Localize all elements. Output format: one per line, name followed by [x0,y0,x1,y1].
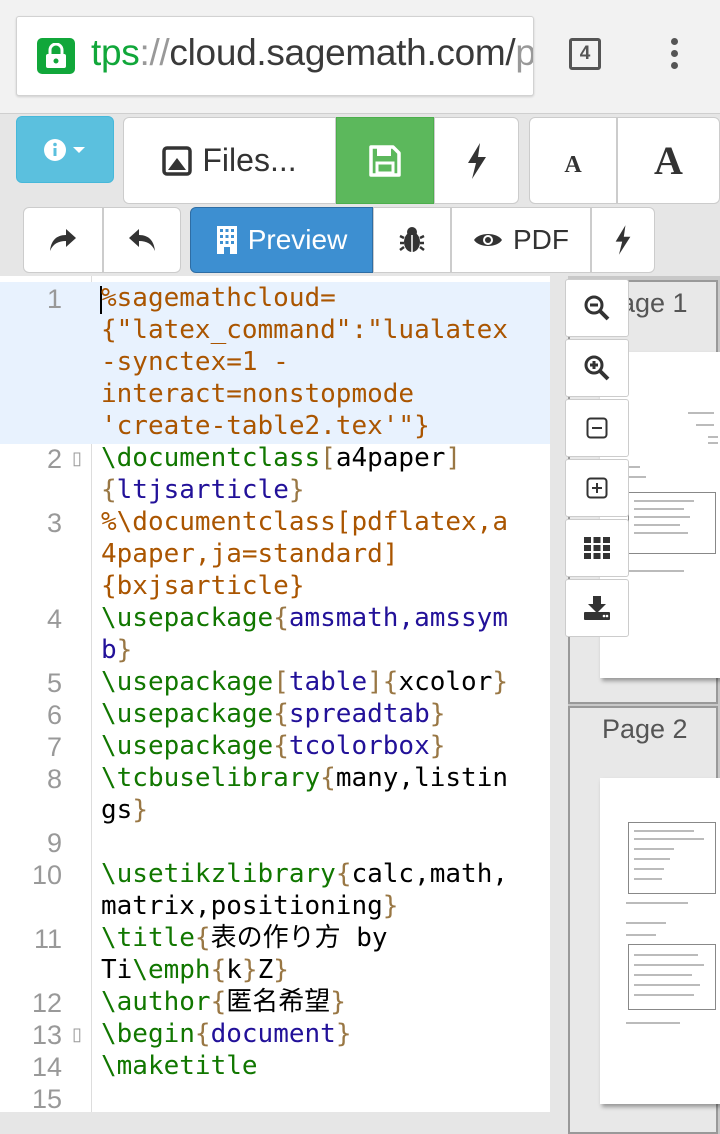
preview-button[interactable]: Preview [190,207,373,273]
code-text: \documentclass[a4paper] {ltjsarticle} [101,443,462,505]
preview-label: Preview [247,224,348,255]
editor-line[interactable]: 1 %sagemathcloud= {"latex_command":"lual… [0,282,550,444]
editor-line[interactable]: 13 ▯ \begin{document} [0,1018,550,1050]
code-text: \usetikzlibrary{calc,math, matrix,positi… [101,859,509,921]
code-text: %sagemathcloud= {"latex_command":"lualat… [101,283,508,441]
building-icon [216,226,237,254]
line-number: 14 [31,1052,62,1082]
font-large-label: A [654,138,683,183]
bug-icon [399,227,425,252]
code-text: \usepackage[table]{xcolor} [101,667,509,697]
code-text: \begin{document} [101,1019,352,1049]
line-number: 12 [31,988,62,1018]
bolt-icon [467,142,486,179]
editor-line[interactable]: 10 \usetikzlibrary{calc,math, matrix,pos… [0,858,550,922]
editor-line[interactable]: 14 \maketitle [0,1050,550,1082]
editor-line[interactable]: 7 \usepackage{tcolorbox} [0,730,550,762]
files-label: Files... [202,142,297,178]
zoom-in-icon [584,355,610,381]
editor-line[interactable]: 4 \usepackage{amsmath,amssym b} [0,602,550,666]
pdf-label: PDF [513,224,569,255]
decrease-font-button[interactable]: A [529,117,617,204]
code-text: %\documentclass[pdflatex,a 4paper,ja=sta… [101,507,508,601]
eye-icon [474,234,502,246]
editor-line[interactable]: 3 %\documentclass[pdflatex,a 4paper,ja=s… [0,506,550,602]
code-text: \usepackage{amsmath,amssym b} [101,603,508,665]
fold-marker-icon[interactable]: ▯ [72,1024,82,1045]
reply-icon [129,229,155,251]
code-text: \tcbuselibrary{many,listin gs} [101,763,508,825]
plus-square-icon [586,477,608,499]
code-text: \maketitle [101,1051,258,1081]
line-number: 3 [46,508,62,538]
editor-line[interactable]: 9 [0,826,550,858]
fold-marker-icon[interactable]: ▯ [72,448,82,469]
download-icon [584,596,610,620]
editor-line[interactable]: 6 \usepackage{spreadtab} [0,698,550,730]
browser-chrome: tps://cloud.sagemath.com/p 4 [0,0,720,114]
increase-font-button[interactable]: A [617,117,720,204]
undo-button[interactable] [103,207,181,273]
editor-line[interactable]: 2 ▯ \documentclass[a4paper] {ltjsarticle… [0,442,550,506]
grid-view-button[interactable] [565,519,629,577]
line-number: 5 [46,668,62,698]
line-number: 4 [46,604,62,634]
pdf-button[interactable]: PDF [451,207,591,273]
line-number: 10 [31,860,62,890]
shrink-button[interactable] [565,399,629,457]
line-number: 11 [33,924,62,954]
url-text: tps://cloud.sagemath.com/p [91,32,534,73]
redo-button[interactable] [23,207,103,273]
editor-line[interactable]: 8 \tcbuselibrary{many,listin gs} [0,762,550,826]
zoom-in-button[interactable] [565,339,629,397]
debug-button[interactable] [373,207,451,273]
share-forward-icon [50,229,76,251]
line-number: 6 [46,700,62,730]
build-button[interactable] [434,117,519,204]
bolt-icon [615,225,631,255]
line-number: 7 [46,732,62,762]
download-button[interactable] [565,579,629,637]
image-icon [162,145,193,176]
line-number: 15 [31,1084,62,1112]
minus-square-icon [586,417,608,439]
code-text: \title{表の作り方 by Ti\emph{k}Z} [101,923,388,985]
code-text: \author{匿名希望} [101,987,346,1017]
pdf-page-2[interactable]: Page 2 [568,706,720,1134]
info-icon [44,138,85,161]
line-number: 8 [46,764,62,794]
line-number: 2 [46,444,62,474]
editor-line[interactable]: 15 [0,1082,550,1112]
page-2-title: Page 2 [602,714,688,744]
files-button[interactable]: Files... [123,117,336,204]
latex-editor[interactable]: 1 %sagemathcloud= {"latex_command":"lual… [0,276,550,1112]
line-number: 1 [46,284,62,314]
tab-switcher-button[interactable]: 4 [569,38,601,70]
editor-line[interactable]: 11 \title{表の作り方 by Ti\emph{k}Z} [0,922,550,986]
browser-menu-icon[interactable] [660,38,688,74]
save-button[interactable] [336,117,434,204]
line-number: 13 [31,1020,62,1050]
font-small-label: A [564,152,582,178]
editor-line[interactable]: 5 \usepackage[table]{xcolor} [0,666,550,698]
code-text: \usepackage{spreadtab} [101,699,446,729]
address-bar[interactable]: tps://cloud.sagemath.com/p [16,16,534,96]
zoom-out-button[interactable] [565,279,629,337]
line-number: 9 [46,828,62,858]
grow-button[interactable] [565,459,629,517]
rebuild-button[interactable] [591,207,655,273]
editor-line[interactable]: 12 \author{匿名希望} [0,986,550,1018]
page-2-thumbnail [600,778,720,1104]
th-icon [584,537,610,559]
zoom-out-icon [584,295,610,321]
save-icon [369,144,401,177]
lock-icon [37,38,75,74]
info-dropdown-button[interactable] [16,116,114,183]
code-text: \usepackage{tcolorbox} [101,731,446,761]
